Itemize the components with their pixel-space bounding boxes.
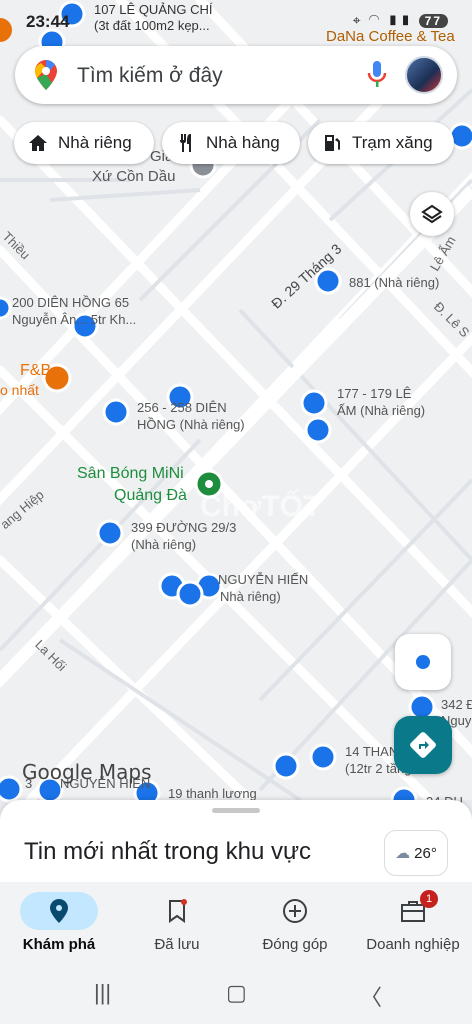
map-label: 256 - 258 DIÊN <box>137 400 227 415</box>
chip-home[interactable]: Nhà riêng <box>14 122 154 164</box>
map-label: Nhà riêng) <box>220 589 281 604</box>
map-label: Nguyễn Ân... 5tr Kh... <box>12 312 137 327</box>
poi-label: Sân Bóng MiNi <box>77 465 184 482</box>
business-icon: 1 <box>374 890 452 930</box>
weather-chip[interactable]: ☁ 26° <box>384 830 448 876</box>
recent-apps-icon[interactable]: ||| <box>94 980 111 1006</box>
chip-label: Nhà riêng <box>58 133 132 152</box>
add-circle-icon <box>256 892 334 930</box>
signal-icon: ▮▮ <box>387 12 413 28</box>
cloud-rain-icon: ☁ <box>395 845 411 862</box>
place-pin <box>304 416 332 444</box>
my-location-icon <box>416 655 430 669</box>
nav-business[interactable]: 1 Doanh nghiệp <box>354 882 472 970</box>
directions-button[interactable] <box>394 716 452 774</box>
poi-label: Quảng Đà <box>114 487 187 504</box>
map-label: F&B <box>20 362 52 379</box>
wifi-icon: ◠ <box>368 12 382 28</box>
status-bar: 23:44 ⌖ ◠ ▮▮ 77 <box>0 8 472 36</box>
layers-button[interactable] <box>410 192 454 236</box>
nav-label: Đã lưu <box>154 936 200 953</box>
chip-gas-station[interactable]: Trạm xăng <box>308 122 454 164</box>
place-pin <box>96 519 124 547</box>
gas-station-icon <box>325 135 340 151</box>
nav-label: Đóng góp <box>262 936 328 953</box>
place-pin <box>0 296 12 320</box>
map-label: 881 (Nhà riêng) <box>349 275 440 290</box>
nav-label: Doanh nghiệp <box>366 936 460 953</box>
place-pin <box>272 752 300 780</box>
google-maps-pin-icon <box>35 60 57 90</box>
place-pin <box>300 389 328 417</box>
place-pin <box>176 580 204 608</box>
restaurant-icon <box>180 134 191 152</box>
explore-pin-icon <box>20 892 98 930</box>
map-label: NGUYỄN HIẾN <box>218 572 309 587</box>
directions-icon <box>410 732 436 758</box>
chip-label: Nhà hàng <box>206 133 280 152</box>
nav-saved[interactable]: Đã lưu <box>118 882 236 970</box>
map-label: (Nhà riêng) <box>131 537 197 552</box>
layers-icon <box>421 204 443 224</box>
map-label: 14 THAN <box>345 744 399 759</box>
map-label: 177 - 179 LÊ <box>337 386 412 401</box>
avatar[interactable] <box>405 56 443 94</box>
my-location-button[interactable] <box>395 634 451 690</box>
sheet-heading: Tin mới nhất trong khu vực <box>24 838 312 865</box>
map-label: 19 thanh lương <box>168 786 257 801</box>
home-icon <box>29 135 47 151</box>
status-time: 23:44 <box>26 12 70 31</box>
chip-restaurant[interactable]: Nhà hàng <box>162 122 300 164</box>
location-icon: ⌖ <box>352 12 363 28</box>
battery-icon: 77 <box>418 14 448 28</box>
search-input[interactable]: Tìm kiếm ở đây <box>77 64 223 88</box>
bookmark-icon <box>138 892 216 930</box>
back-icon[interactable]: 〈 <box>360 980 382 1012</box>
map-label: 342 Đ <box>441 697 472 712</box>
map-label: Xứ Cồn Dầu <box>92 168 176 185</box>
place-pin <box>102 398 130 426</box>
place-pin <box>309 743 337 771</box>
status-icons: ⌖ ◠ ▮▮ 77 <box>353 12 448 29</box>
notification-badge: 1 <box>420 890 438 908</box>
map-label: o nhất <box>0 382 39 398</box>
google-maps-logo: Google Maps <box>22 760 152 784</box>
map-label: ẤM (Nhà riêng) <box>337 403 426 418</box>
chip-label: Trạm xăng <box>352 133 433 152</box>
search-bar[interactable]: Tìm kiếm ở đây <box>15 46 457 104</box>
map-label: HỒNG (Nhà riêng) <box>137 417 245 432</box>
nav-contribute[interactable]: Đóng góp <box>236 882 354 970</box>
nav-explore[interactable]: Khám phá <box>0 882 118 970</box>
bottom-navigation: Khám phá Đã lưu Đóng góp 1 Doanh nghiệp <box>0 882 472 970</box>
system-navigation-bar: ||| ▢ 〈 <box>0 970 472 1024</box>
place-pin <box>0 775 23 803</box>
home-button-icon[interactable]: ▢ <box>226 980 247 1006</box>
drag-handle[interactable] <box>212 808 260 813</box>
temperature: 26° <box>414 844 437 862</box>
nav-label: Khám phá <box>22 936 96 953</box>
map-label: 200 DIÊN HỒNG 65 <box>12 295 130 310</box>
watermark: ChợTỐT <box>200 490 322 523</box>
microphone-icon[interactable] <box>367 61 387 89</box>
